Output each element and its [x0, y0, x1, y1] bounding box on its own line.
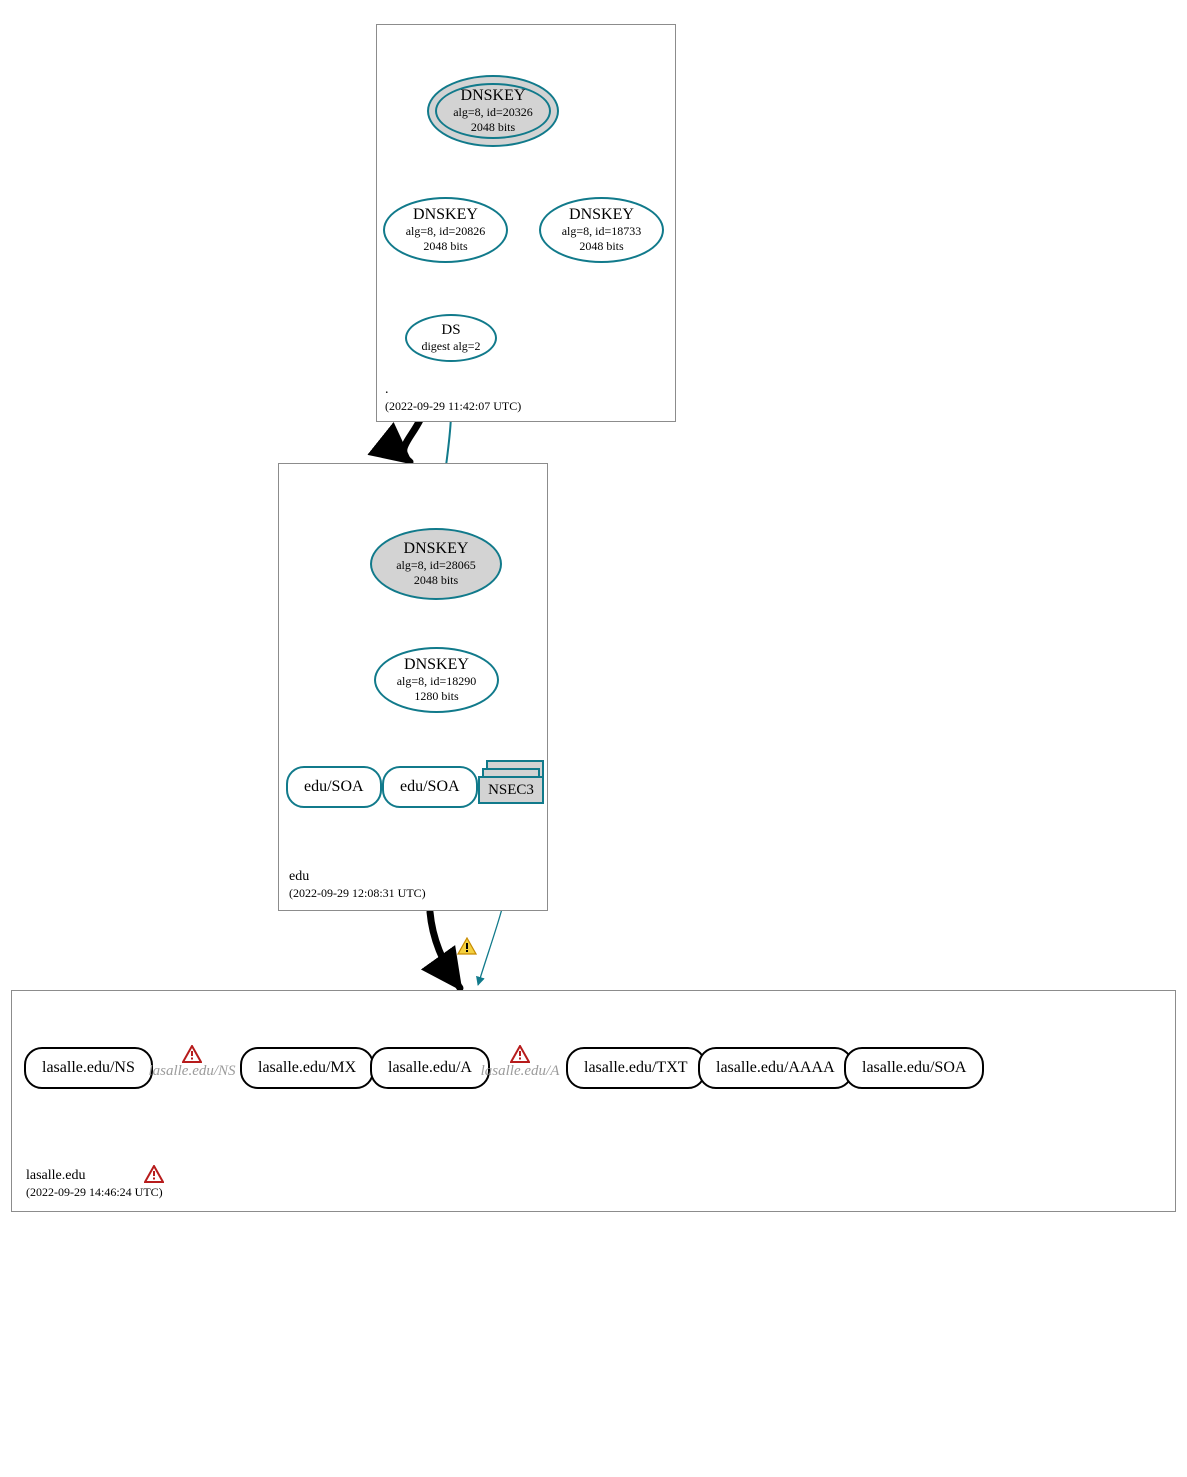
edu-zsk-node: DNSKEY alg=8, id=18290 1280 bits	[374, 647, 499, 713]
root-zsk2-bits: 2048 bits	[579, 239, 623, 254]
diagram-canvas: . (2022-09-29 11:42:07 UTC) DNSKEY alg=8…	[0, 0, 1187, 1477]
warning-icon-zone	[144, 1165, 164, 1183]
zone-edu-label: edu (2022-09-29 12:08:31 UTC)	[289, 868, 426, 902]
edu-soa2-node: edu/SOA	[382, 766, 478, 808]
root-zsk1-alg: alg=8, id=20826	[406, 224, 486, 239]
edu-zsk-alg: alg=8, id=18290	[397, 674, 477, 689]
lasalle-mx-node: lasalle.edu/MX	[240, 1047, 374, 1089]
root-zsk1-bits: 2048 bits	[423, 239, 467, 254]
lasalle-soa-node: lasalle.edu/SOA	[844, 1047, 984, 1089]
edu-zsk-bits: 1280 bits	[414, 689, 458, 704]
root-zsk1-node: DNSKEY alg=8, id=20826 2048 bits	[383, 197, 508, 263]
edu-nsec3-label: NSEC3	[488, 782, 534, 799]
lasalle-txt-label: lasalle.edu/TXT	[584, 1059, 688, 1077]
root-zsk2-alg: alg=8, id=18733	[562, 224, 642, 239]
root-ds-title: DS	[441, 322, 460, 339]
root-ksk-node: DNSKEY alg=8, id=20326 2048 bits	[427, 75, 559, 147]
zone-lasalle-domain: lasalle.edu	[26, 1167, 163, 1185]
lasalle-aaaa-node: lasalle.edu/AAAA	[698, 1047, 853, 1089]
nsec3-stack-3: NSEC3	[478, 776, 544, 804]
zone-lasalle: lasalle.edu (2022-09-29 14:46:24 UTC)	[11, 990, 1176, 1212]
root-ds-node: DS digest alg=2	[405, 314, 497, 362]
edu-ksk-bits: 2048 bits	[414, 573, 458, 588]
zone-root-label: . (2022-09-29 11:42:07 UTC)	[385, 381, 521, 415]
lasalle-a-italic-label: lasalle.edu/A	[481, 1063, 560, 1080]
zone-root-ts: (2022-09-29 11:42:07 UTC)	[385, 399, 521, 415]
zone-lasalle-ts: (2022-09-29 14:46:24 UTC)	[26, 1185, 163, 1201]
edu-ksk-alg: alg=8, id=28065	[396, 558, 476, 573]
lasalle-ns-italic-node: lasalle.edu/NS	[147, 1045, 237, 1080]
warning-icon-ns	[182, 1045, 202, 1063]
lasalle-a-node: lasalle.edu/A	[370, 1047, 490, 1089]
warning-icon-a	[510, 1045, 530, 1063]
lasalle-ns-node: lasalle.edu/NS	[24, 1047, 153, 1089]
zone-edu-ts: (2022-09-29 12:08:31 UTC)	[289, 886, 426, 902]
root-zsk2-node: DNSKEY alg=8, id=18733 2048 bits	[539, 197, 664, 263]
edu-soa1-node: edu/SOA	[286, 766, 382, 808]
warning-icon-delegation	[457, 937, 477, 955]
edu-soa2-label: edu/SOA	[400, 778, 460, 796]
lasalle-ns-italic-label: lasalle.edu/NS	[148, 1063, 235, 1080]
lasalle-a-italic-node: lasalle.edu/A	[478, 1045, 562, 1080]
lasalle-aaaa-label: lasalle.edu/AAAA	[716, 1059, 835, 1077]
lasalle-a-label: lasalle.edu/A	[388, 1059, 472, 1077]
root-zsk1-title: DNSKEY	[413, 206, 478, 224]
zone-edu-domain: edu	[289, 868, 426, 886]
lasalle-mx-label: lasalle.edu/MX	[258, 1059, 356, 1077]
root-ds-alg: digest alg=2	[421, 339, 480, 354]
lasalle-txt-node: lasalle.edu/TXT	[566, 1047, 706, 1089]
root-ksk-alg: alg=8, id=20326	[453, 105, 533, 120]
root-ksk-bits: 2048 bits	[471, 120, 515, 135]
zone-root-domain: .	[385, 381, 521, 399]
zone-lasalle-label: lasalle.edu (2022-09-29 14:46:24 UTC)	[26, 1167, 163, 1201]
edu-ksk-node: DNSKEY alg=8, id=28065 2048 bits	[370, 528, 502, 600]
root-ksk-title: DNSKEY	[461, 87, 526, 105]
edu-soa1-label: edu/SOA	[304, 778, 364, 796]
edu-nsec3-node: NSEC3	[478, 760, 544, 806]
root-zsk2-title: DNSKEY	[569, 206, 634, 224]
lasalle-soa-label: lasalle.edu/SOA	[862, 1059, 966, 1077]
edu-ksk-title: DNSKEY	[404, 540, 469, 558]
edu-zsk-title: DNSKEY	[404, 656, 469, 674]
lasalle-ns-label: lasalle.edu/NS	[42, 1059, 135, 1077]
